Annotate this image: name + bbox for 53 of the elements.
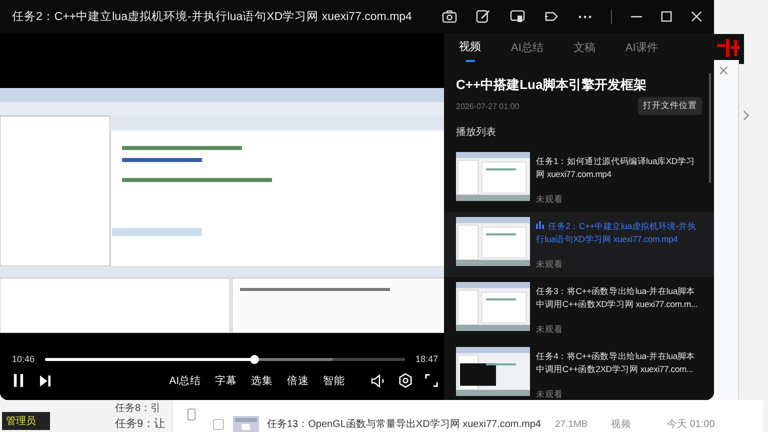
video-title: 任务2：C++中建立lua虚拟机环境-并执行lua语句XD学习网 xuexi77.com.mp4	[536, 220, 698, 246]
chevron-icon[interactable]	[743, 110, 750, 121]
course-date: 2026-07-27 01:00	[456, 102, 520, 110]
volume-icon[interactable]	[371, 374, 386, 388]
pause-icon[interactable]	[13, 374, 24, 387]
watch-status: 未观看	[536, 324, 564, 336]
player-menu-button[interactable]: 倍速	[287, 374, 309, 388]
course-title: C++中搭建Lua脚本引擎开发框架	[456, 76, 648, 94]
watch-status: 未观看	[536, 259, 564, 271]
file-type: 视频	[610, 418, 632, 430]
slider-handle[interactable]	[250, 354, 259, 364]
note-edit-icon[interactable]	[476, 9, 491, 24]
task-link[interactable]: 任务8：引	[115, 401, 161, 415]
file-time: 今天 01:00	[666, 418, 715, 431]
screen-icon[interactable]	[510, 10, 525, 23]
document-icon	[187, 408, 196, 421]
task-link[interactable]: 任务9：让	[115, 416, 166, 431]
camera-icon[interactable]	[442, 10, 457, 23]
fullscreen-icon[interactable]	[425, 374, 438, 387]
watch-status: 未观看	[536, 194, 564, 206]
playing-icon	[536, 221, 544, 229]
settings-icon[interactable]	[398, 373, 413, 388]
scrollbar[interactable]	[709, 73, 711, 183]
role-badge: 管理员	[2, 412, 50, 430]
row-checkbox[interactable]	[213, 418, 224, 430]
panel-tab[interactable]: 视频	[459, 39, 481, 64]
panel-tab[interactable]: AI总结	[511, 39, 544, 64]
progress-slider[interactable]	[44, 358, 406, 360]
duration-time: 18:47	[415, 354, 438, 364]
player-menu-button[interactable]: 选集	[251, 374, 273, 388]
playlist-item[interactable]: 任务3：将C++函数导出给lua-并在lua脚本中调用C++函数XD学习网 xuexi77.com.m... 未观看	[444, 277, 714, 342]
watch-status: 未观看	[536, 389, 564, 400]
playlist-heading: 播放列表	[456, 126, 497, 139]
window-title: 任务2：C++中建立lua虚拟机环境-并执行lua语句XD学习网 xuexi77.com.mp4	[12, 9, 413, 24]
playlist-item[interactable]: 任务4：将C++函数导出给lua-并在lua脚本中调用C++函数2XD学习网 xuexi77.com... 未观看	[444, 342, 714, 400]
video-title: 任务1：如何通过源代码编译lua库XD学习网 xuexi77.com.mp4	[536, 155, 696, 181]
maximize-icon[interactable]	[661, 11, 672, 22]
open-location-button[interactable]: 打开文件位置	[638, 97, 702, 115]
player-menu-button[interactable]: AI总结	[169, 374, 201, 388]
file-name[interactable]: 任务13：OpenGL函数与常量导出XD学习网 xuexi77.com.mp4	[267, 417, 541, 431]
playlist-item[interactable]: 任务2：C++中建立lua虚拟机环境-并执行lua语句XD学习网 xuexi77.com.mp4 未观看	[444, 212, 714, 277]
player-menu-button[interactable]: 字幕	[215, 374, 237, 388]
more-icon[interactable]	[578, 14, 592, 18]
video-title: 任务4：将C++函数导出给lua-并在lua脚本中调用C++函数2XD学习网 xuexi77.com...	[536, 350, 696, 376]
player-menu-button[interactable]: 智能	[323, 374, 345, 388]
video-title: 任务3：将C++函数导出给lua-并在lua脚本中调用C++函数XD学习网 xuexi77.com.m...	[536, 285, 699, 311]
panel-tab[interactable]: 文稿	[573, 39, 596, 64]
panel-tab[interactable]: AI课件	[625, 39, 658, 64]
minimize-icon[interactable]	[631, 16, 642, 18]
playlist-item[interactable]: 任务1：如何通过源代码编译lua库XD学习网 xuexi77.com.mp4 未观看	[444, 147, 714, 212]
elapsed-time: 10:46	[12, 354, 35, 364]
file-size: 27.1MB	[554, 418, 589, 430]
next-icon[interactable]	[40, 374, 51, 386]
